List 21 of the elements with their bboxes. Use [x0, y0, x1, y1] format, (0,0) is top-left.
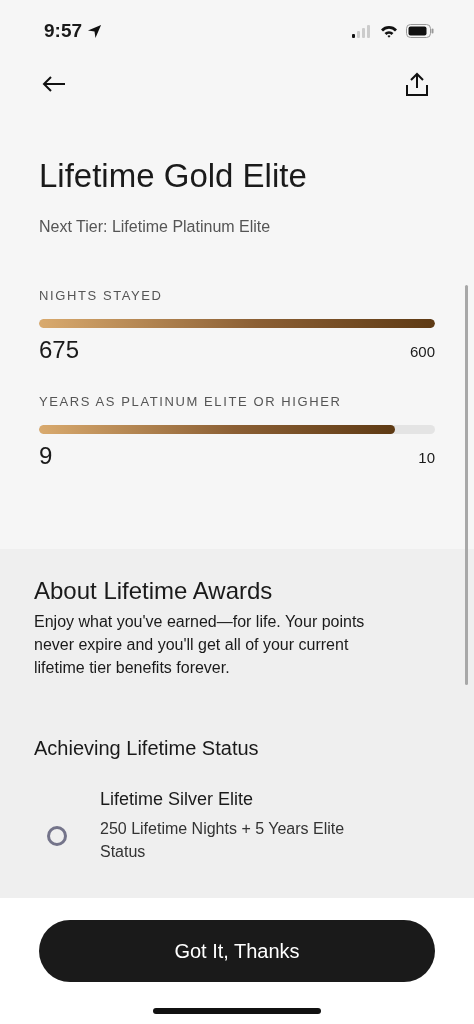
metric-label: NIGHTS STAYED: [39, 288, 164, 303]
back-arrow-icon[interactable]: [42, 76, 66, 92]
section-heading: About Lifetime Awards: [34, 576, 274, 606]
got-it-button[interactable]: Got It, Thanks: [39, 920, 435, 982]
status-time: 9:57: [44, 20, 83, 42]
tier-name: Lifetime Silver Elite: [100, 789, 255, 810]
wifi-icon: [380, 24, 398, 38]
tier-title: Lifetime Gold Elite: [39, 156, 308, 196]
metric-label: YEARS AS PLATINUM ELITE OR HIGHER: [39, 394, 343, 409]
battery-icon: [406, 24, 434, 38]
location-arrow-icon: [87, 23, 103, 39]
section-heading: Achieving Lifetime Status: [34, 736, 260, 761]
metric-value: 9: [39, 442, 53, 470]
about-text: Enjoy what you've earned—for life. Your points never expire and you'll get all of your current lifetime tier benefits forever.: [34, 612, 366, 678]
metric-target: 10: [418, 449, 435, 468]
share-icon[interactable]: [406, 72, 428, 96]
signal-icon: [352, 24, 372, 38]
metric-target: 600: [409, 343, 435, 362]
next-tier-text: Next Tier: Lifetime Platinum Elite: [39, 218, 272, 236]
tier-requirement: 250 Lifetime Nights + 5 Years Elite Status: [100, 819, 346, 862]
metric-value: 675: [39, 336, 80, 364]
